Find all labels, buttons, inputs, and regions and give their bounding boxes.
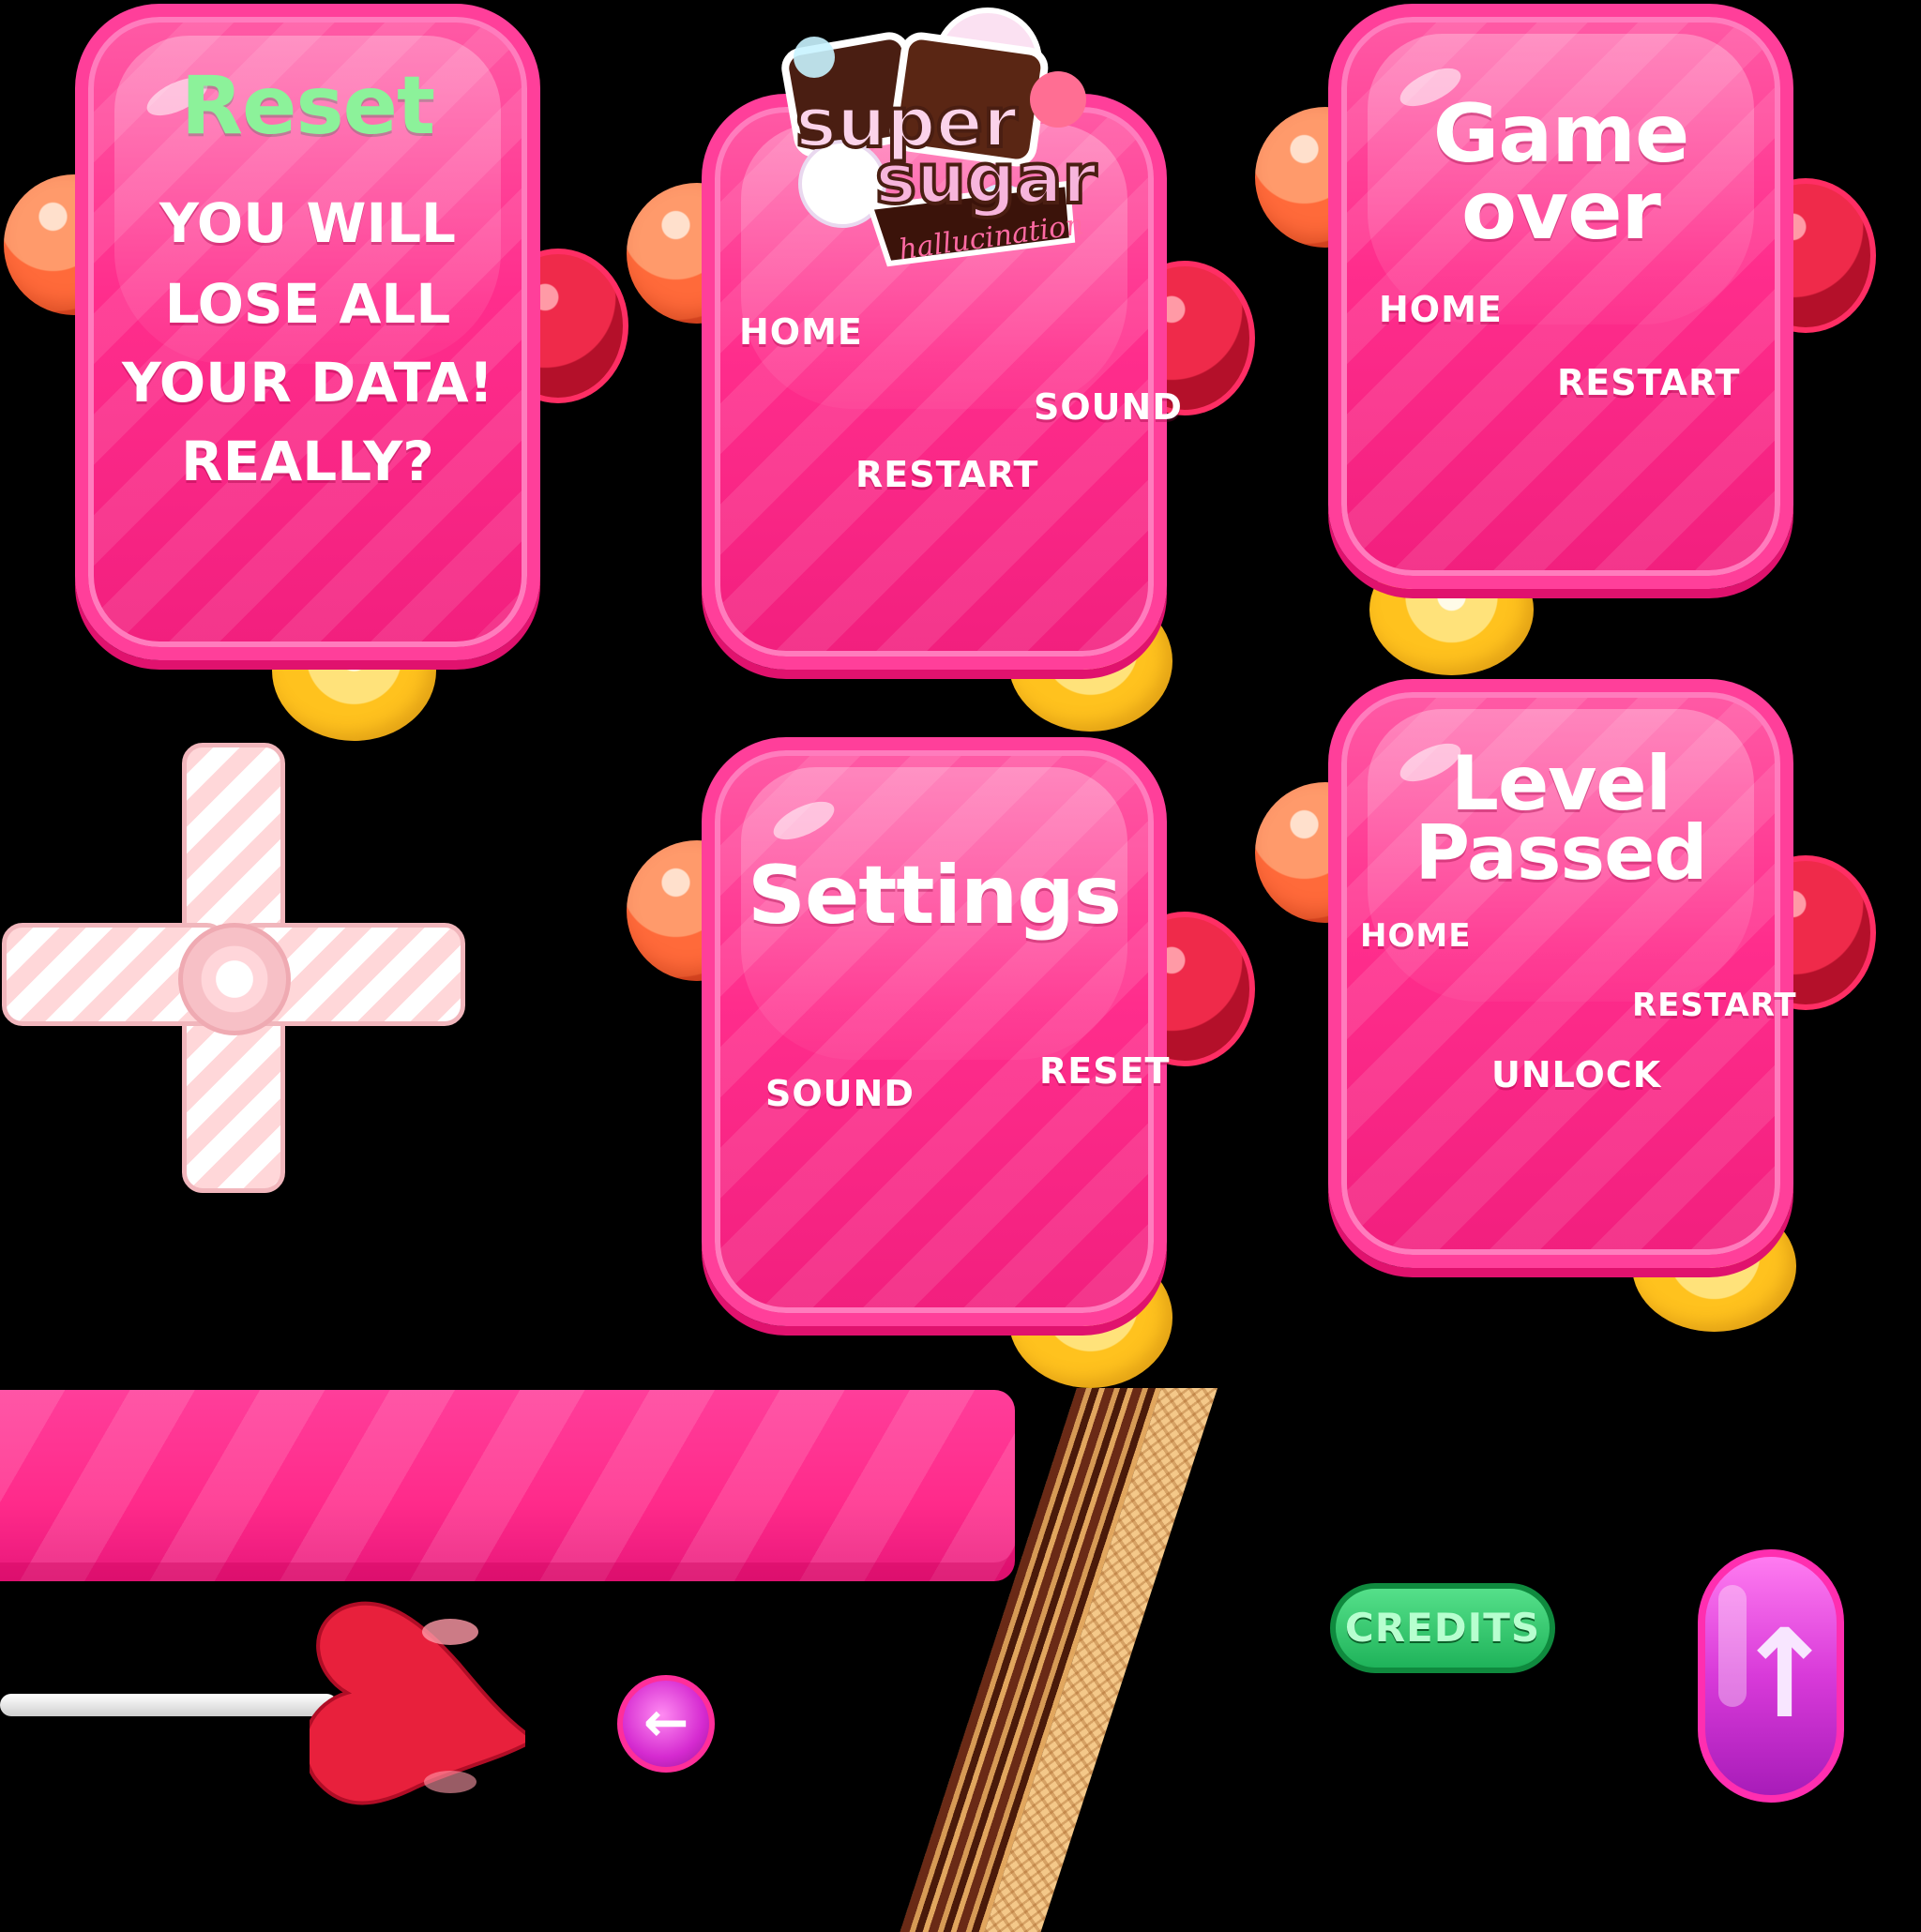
- lollipop-stick: [0, 1694, 338, 1716]
- pause-home-button[interactable]: HOME: [739, 311, 863, 353]
- up-arrow-button[interactable]: ↑: [1698, 1549, 1844, 1803]
- settings-title: Settings: [748, 849, 1122, 943]
- reset-warning-line-4: REALLY?: [181, 430, 434, 493]
- pinwheel-icon: [0, 741, 469, 1210]
- level-passed-panel: Level Passed HOME RESTART UNLOCK: [1328, 679, 1796, 1268]
- logo-word-sugar: sugar: [875, 139, 1097, 219]
- reset-warning-line-3: YOUR DATA!: [121, 351, 494, 415]
- reset-title: Reset: [180, 59, 435, 153]
- reset-dialog-panel: Reset YOU WILL LOSE ALL YOUR DATA! REALL…: [75, 4, 540, 660]
- settings-sound-button[interactable]: SOUND: [765, 1073, 915, 1114]
- game-over-home-button[interactable]: HOME: [1379, 289, 1503, 330]
- level-passed-restart-button[interactable]: RESTART: [1632, 987, 1797, 1024]
- game-over-title-line-1: Game: [1432, 87, 1690, 181]
- game-over-title-line-2: over: [1461, 164, 1661, 258]
- level-passed-unlock-button[interactable]: UNLOCK: [1491, 1054, 1661, 1095]
- back-arrow-icon: ←: [643, 1690, 689, 1754]
- pause-sound-button[interactable]: SOUND: [1034, 386, 1183, 428]
- striped-progress-bar: [0, 1390, 1015, 1581]
- game-logo: super sugar hallucination: [758, 6, 1114, 278]
- settings-panel: Settings SOUND RESET: [702, 737, 1170, 1326]
- heart-lollipop-icon: [303, 1585, 538, 1829]
- reset-warning-line-2: LOSE ALL: [164, 272, 451, 336]
- back-arrow-button[interactable]: ←: [617, 1675, 715, 1773]
- credits-label: CREDITS: [1344, 1605, 1541, 1651]
- credits-button[interactable]: CREDITS: [1330, 1583, 1555, 1673]
- pause-restart-button[interactable]: RESTART: [855, 454, 1038, 495]
- reset-warning-line-1: YOU WILL: [159, 191, 456, 255]
- game-over-restart-button[interactable]: RESTART: [1557, 362, 1740, 403]
- up-arrow-icon: ↑: [1733, 1603, 1836, 1745]
- level-passed-home-button[interactable]: HOME: [1360, 917, 1471, 955]
- settings-reset-button[interactable]: RESET: [1039, 1050, 1170, 1092]
- level-passed-title-line-2: Passed: [1414, 809, 1707, 897]
- game-over-panel: Game over HOME RESTART: [1328, 4, 1793, 589]
